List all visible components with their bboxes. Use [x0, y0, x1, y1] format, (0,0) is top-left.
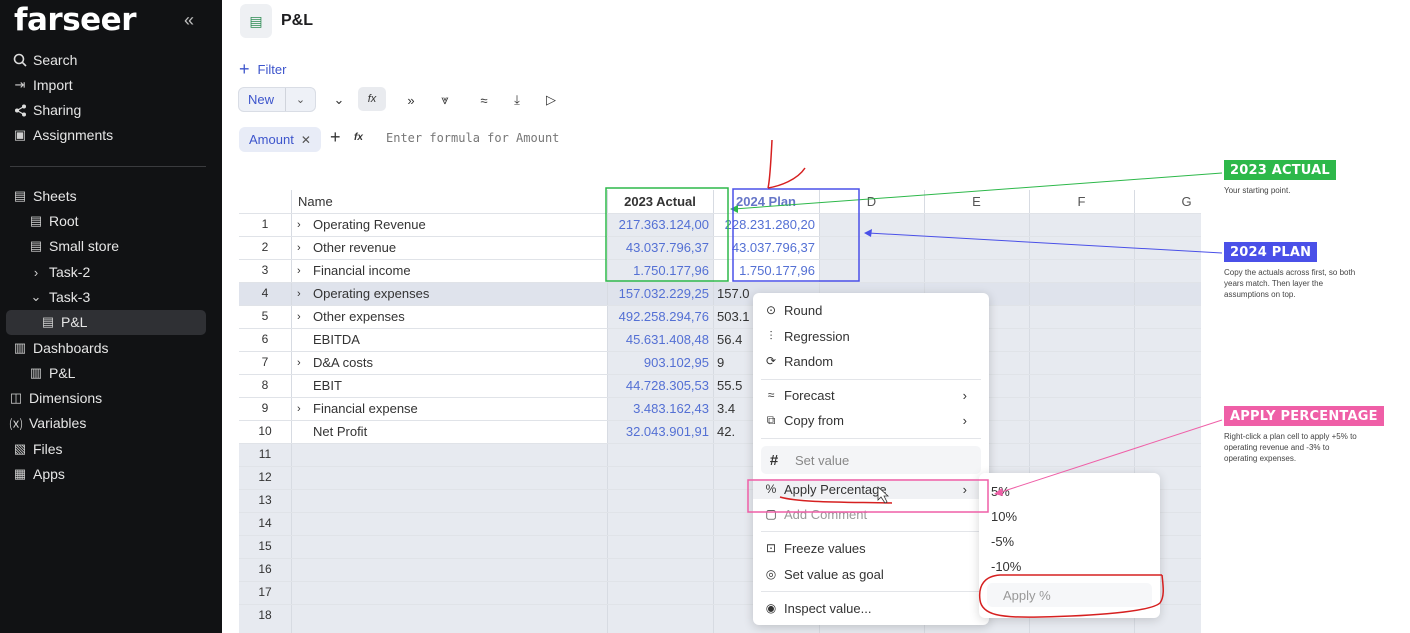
mouse-cursor-icon	[877, 486, 890, 504]
actual-highlight-box	[605, 187, 729, 282]
annotation-note-actual: Your starting point.	[1224, 186, 1291, 195]
plan-arrow	[867, 232, 1223, 254]
hand-drawn-circle	[978, 574, 1164, 618]
annotation-note-percentage: Right-click a plan cell to apply +5% to …	[1224, 432, 1357, 463]
actual-arrowhead	[730, 205, 738, 213]
actual-arrow	[733, 172, 1223, 210]
percentage-arrow	[997, 419, 1223, 494]
annotation-overlay	[605, 139, 1223, 618]
annotation-tag-actual: 2023 ACTUAL	[1224, 160, 1336, 180]
percentage-highlight-box	[747, 479, 989, 513]
plan-highlight-box	[732, 188, 860, 282]
hand-drawn-underline	[779, 496, 893, 504]
annotation-note-plan: Copy the actuals across first, so both y…	[1224, 268, 1356, 299]
annotation-tag-plan: 2024 PLAN	[1224, 242, 1318, 262]
plan-arrowhead	[864, 229, 872, 237]
annotation-tag-percentage: APPLY PERCENTAGE	[1224, 406, 1384, 426]
percentage-arrowhead	[994, 488, 1003, 496]
hand-drawn-mark	[767, 139, 806, 189]
